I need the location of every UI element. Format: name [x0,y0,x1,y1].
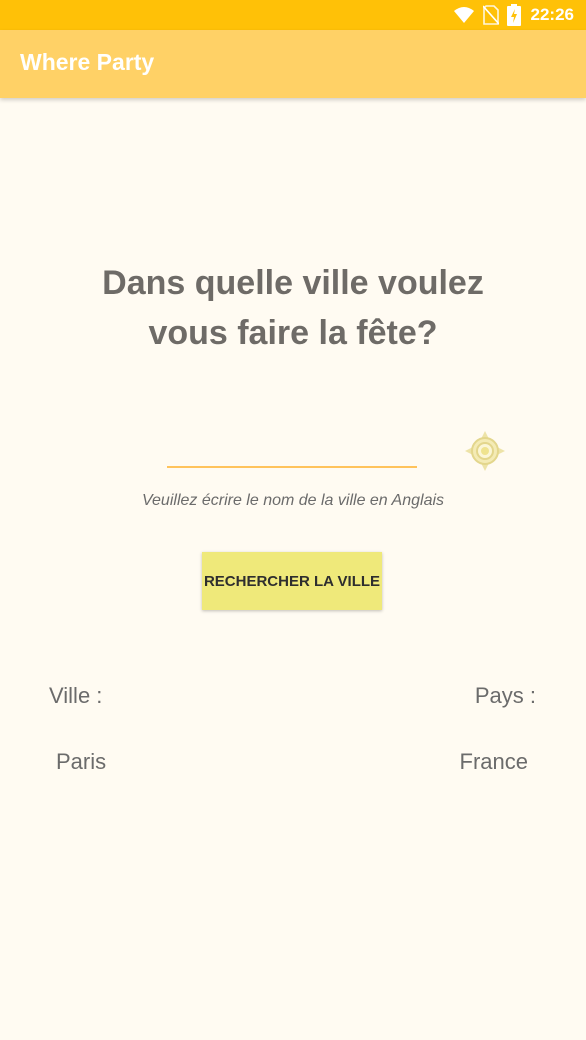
heading-line-2: vous faire la fête? [148,314,438,352]
status-bar: 22:26 [0,0,586,30]
app-title: Where Party [20,49,155,75]
status-time: 22:26 [530,5,574,24]
search-city-button[interactable]: RECHERCHER LA VILLE [202,552,382,610]
heading-line-1: Dans quelle ville voulez [102,264,484,302]
wifi-icon [453,7,474,23]
country-label: Pays : [474,683,536,708]
gps-target-icon [465,431,505,471]
battery-charging-icon [506,4,521,26]
page-heading: Dans quelle ville voulez vous faire la f… [60,258,526,358]
no-sim-icon [482,5,499,25]
city-value: Paris [56,749,107,774]
locate-button[interactable] [464,430,506,472]
city-label: Ville : [49,683,103,708]
city-input[interactable] [167,430,417,468]
app-bar: Where Party [0,30,586,98]
input-hint: Veuillez écrire le nom de la ville en An… [141,492,445,509]
country-value: France [459,749,528,774]
status-icons: 22:26 [453,0,574,30]
